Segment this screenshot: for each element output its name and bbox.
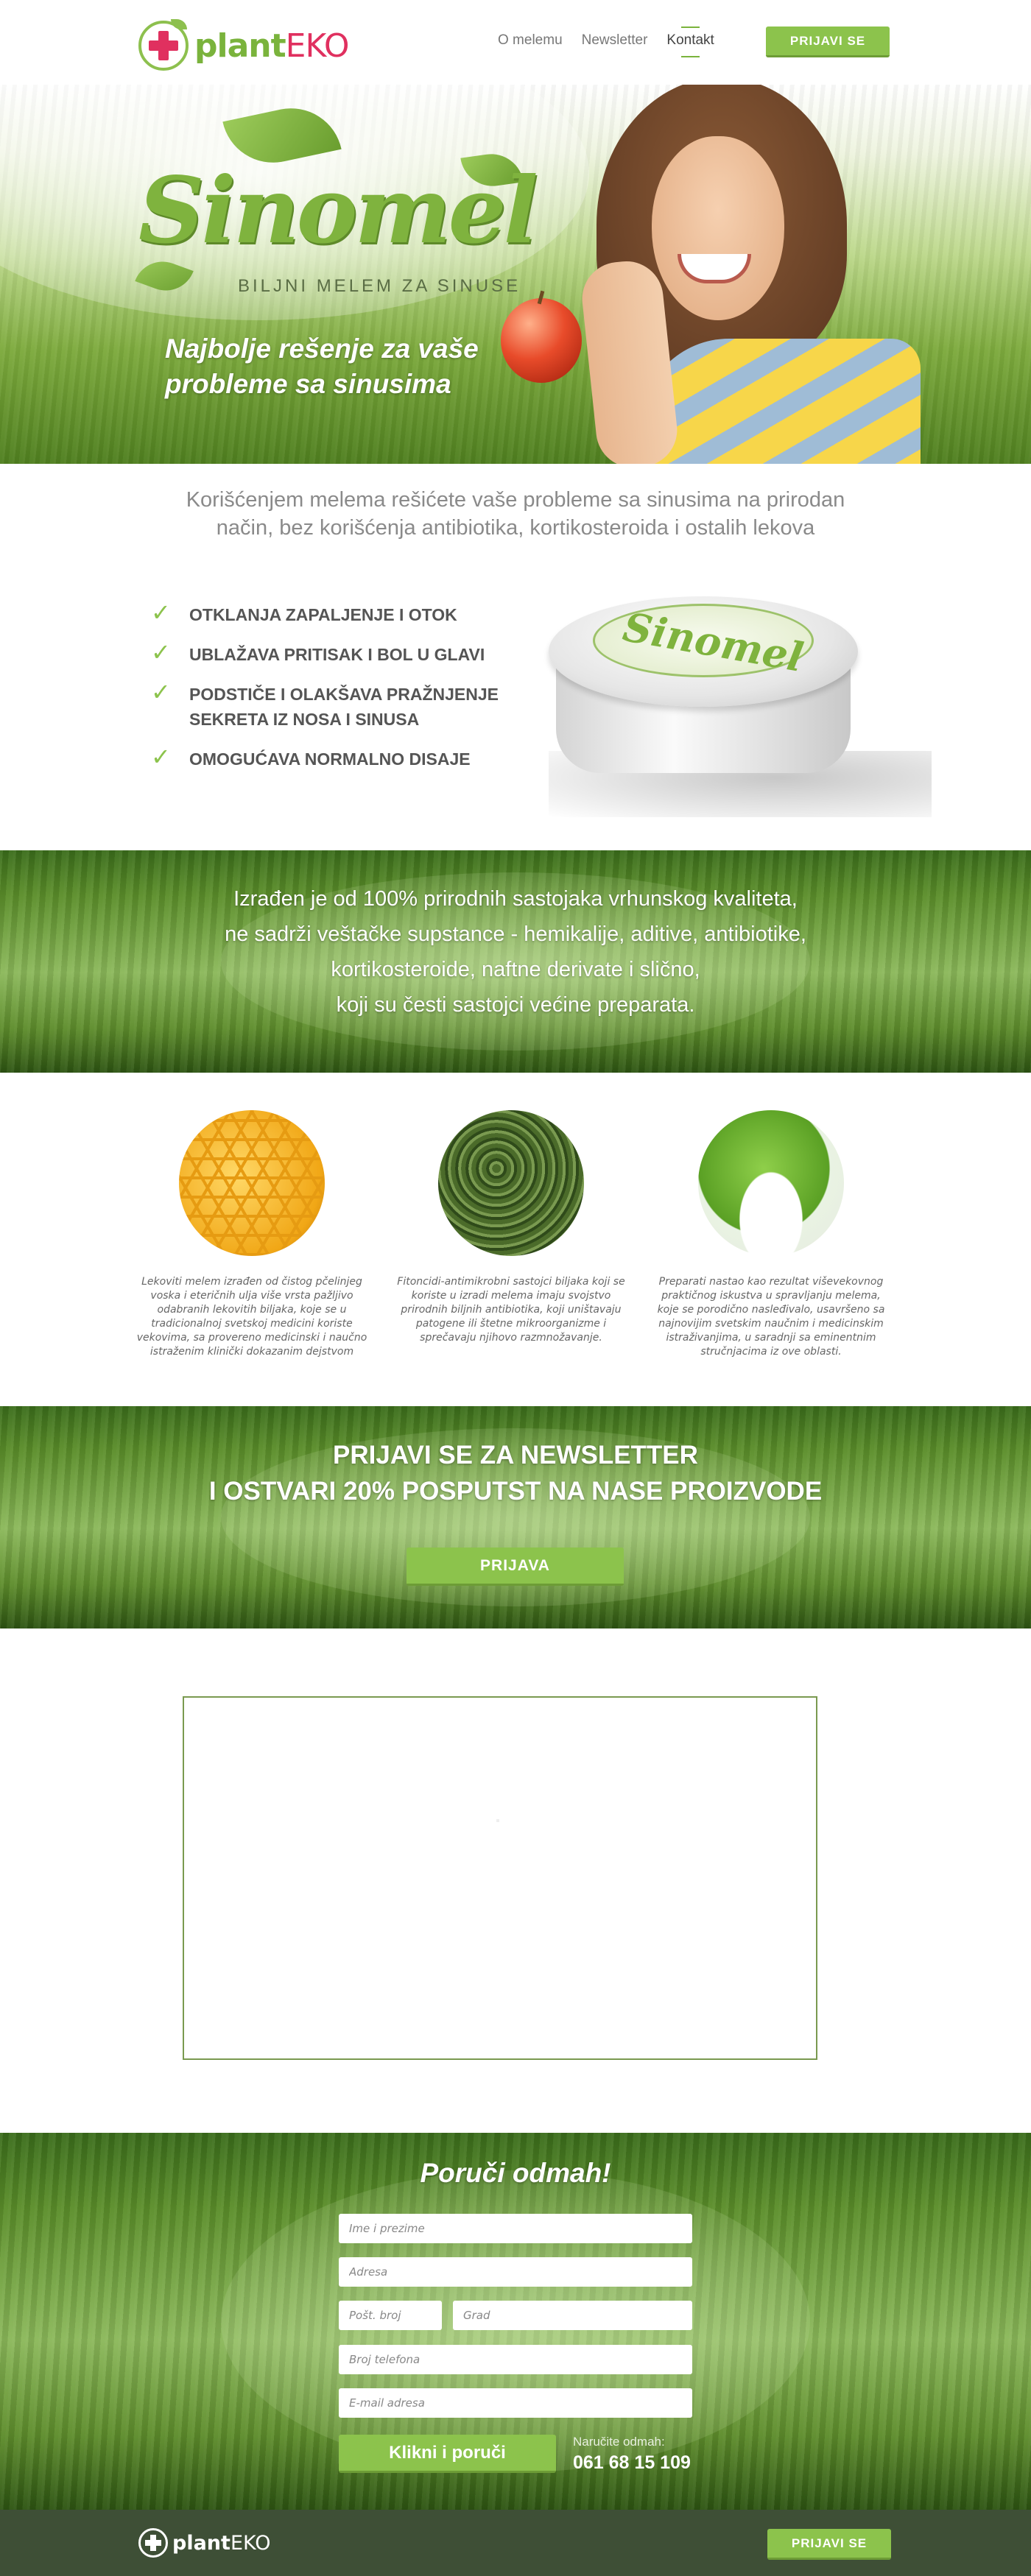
newsletter-banner: PRIJAVI SE ZA NEWSLETTER I OSTVARI 20% P…	[0, 1406, 1031, 1628]
cross-icon	[138, 2528, 168, 2558]
list-item: ✓ PODSTIČE I OLAKŠAVA PRAŽNJENJE SEKRETA …	[151, 678, 499, 729]
logo-text: plantEKO	[194, 27, 350, 65]
hero-section: Sinomel BILJNI MELEM ZA SINUSE Najbolje …	[0, 85, 1031, 464]
newsletter-signup-button[interactable]: PRIJAVA	[407, 1548, 624, 1586]
ingredients-banner: Izrađen je od 100% prirodnih sastojaka v…	[0, 850, 1031, 1073]
order-title: Poruči odmah!	[420, 2158, 611, 2188]
check-icon: ✓	[151, 638, 171, 666]
address-field[interactable]	[339, 2257, 692, 2287]
honeycomb-image	[179, 1110, 325, 1256]
product-jar-image: Sinomel	[549, 582, 932, 825]
feature-list: ✓ OTKLANJA ZAPALJENJE I OTOK ✓ UBLAŽAVA PR…	[151, 599, 534, 786]
herbs-image	[438, 1110, 584, 1256]
cross-icon	[138, 19, 189, 71]
brand-subtitle: BILJNI MELEM ZA SINUSE	[238, 276, 521, 296]
intro-text: Korišćenjem melema rešićete vaše problem…	[186, 488, 845, 540]
nav-o-melemu[interactable]: O melemu	[498, 32, 563, 52]
check-icon: ✓	[151, 678, 171, 706]
ingredient-card: Fitoncidi-antimikrobni sastojci biljaka …	[390, 1110, 633, 1345]
list-item: ✓ UBLAŽAVA PRITISAK I BOL U GLAVI	[151, 638, 485, 666]
hero-title: Najbolje rešenje za vaše probleme sa sin…	[165, 334, 479, 399]
product-brand: Sinomel BILJNI MELEM ZA SINUSE	[135, 99, 538, 320]
newsletter-title: PRIJAVI SE ZA NEWSLETTER I OSTVARI 20% P…	[208, 1441, 823, 1506]
name-field[interactable]	[339, 2214, 692, 2243]
mortar-herbs-image	[698, 1110, 844, 1256]
check-icon: ✓	[151, 599, 171, 627]
leaf-icon	[171, 19, 187, 29]
main-nav: O melemu Newsletter Kontakt	[498, 27, 733, 57]
zip-field[interactable]	[339, 2301, 442, 2330]
nav-kontakt[interactable]: Kontakt	[666, 27, 714, 57]
site-logo[interactable]: plantEKO	[138, 19, 350, 71]
brand-wordmark: Sinomel	[138, 158, 538, 264]
footer-signup-button[interactable]: PRIJAVI SE	[767, 2529, 891, 2560]
order-section: Poruči odmah! Klikni i poruči Naručite o…	[0, 2133, 1031, 2510]
check-icon: ✓	[151, 743, 171, 771]
woman-photo	[578, 85, 921, 464]
footer-logo[interactable]: plantEKO	[138, 2528, 270, 2558]
apple-image	[501, 298, 582, 383]
site-footer: plantEKO PRIJAVI SE	[0, 2510, 1031, 2576]
ingredient-card: Preparati nastao kao rezultat viševekovn…	[650, 1110, 893, 1359]
ingredient-card: Lekoviti melem izrađen od čistog pčelinj…	[130, 1110, 373, 1359]
ingredients-section: Lekoviti melem izrađen od čistog pčelinj…	[0, 1110, 1031, 1375]
list-item: ✓ OMOGUĆAVA NORMALNO DISAJE	[151, 743, 471, 771]
list-item: ✓ OTKLANJA ZAPALJENJE I OTOK	[151, 599, 457, 627]
order-submit-button[interactable]: Klikni i poruči	[339, 2435, 556, 2473]
phone-number[interactable]: 061 68 15 109	[573, 2452, 691, 2474]
phone-field[interactable]	[339, 2345, 692, 2374]
nav-newsletter[interactable]: Newsletter	[582, 32, 648, 52]
banner-text: Izrađen je od 100% prirodnih sastojaka v…	[225, 887, 806, 1017]
video-frame[interactable]	[183, 1696, 817, 2060]
site-header: plantEKO O melemu Newsletter Kontakt PRI…	[0, 0, 1031, 85]
header-signup-button[interactable]: PRIJAVI SE	[766, 27, 890, 57]
call-info: Naručite odmah: 061 68 15 109	[573, 2435, 691, 2474]
email-field[interactable]	[339, 2388, 692, 2418]
city-field[interactable]	[453, 2301, 692, 2330]
